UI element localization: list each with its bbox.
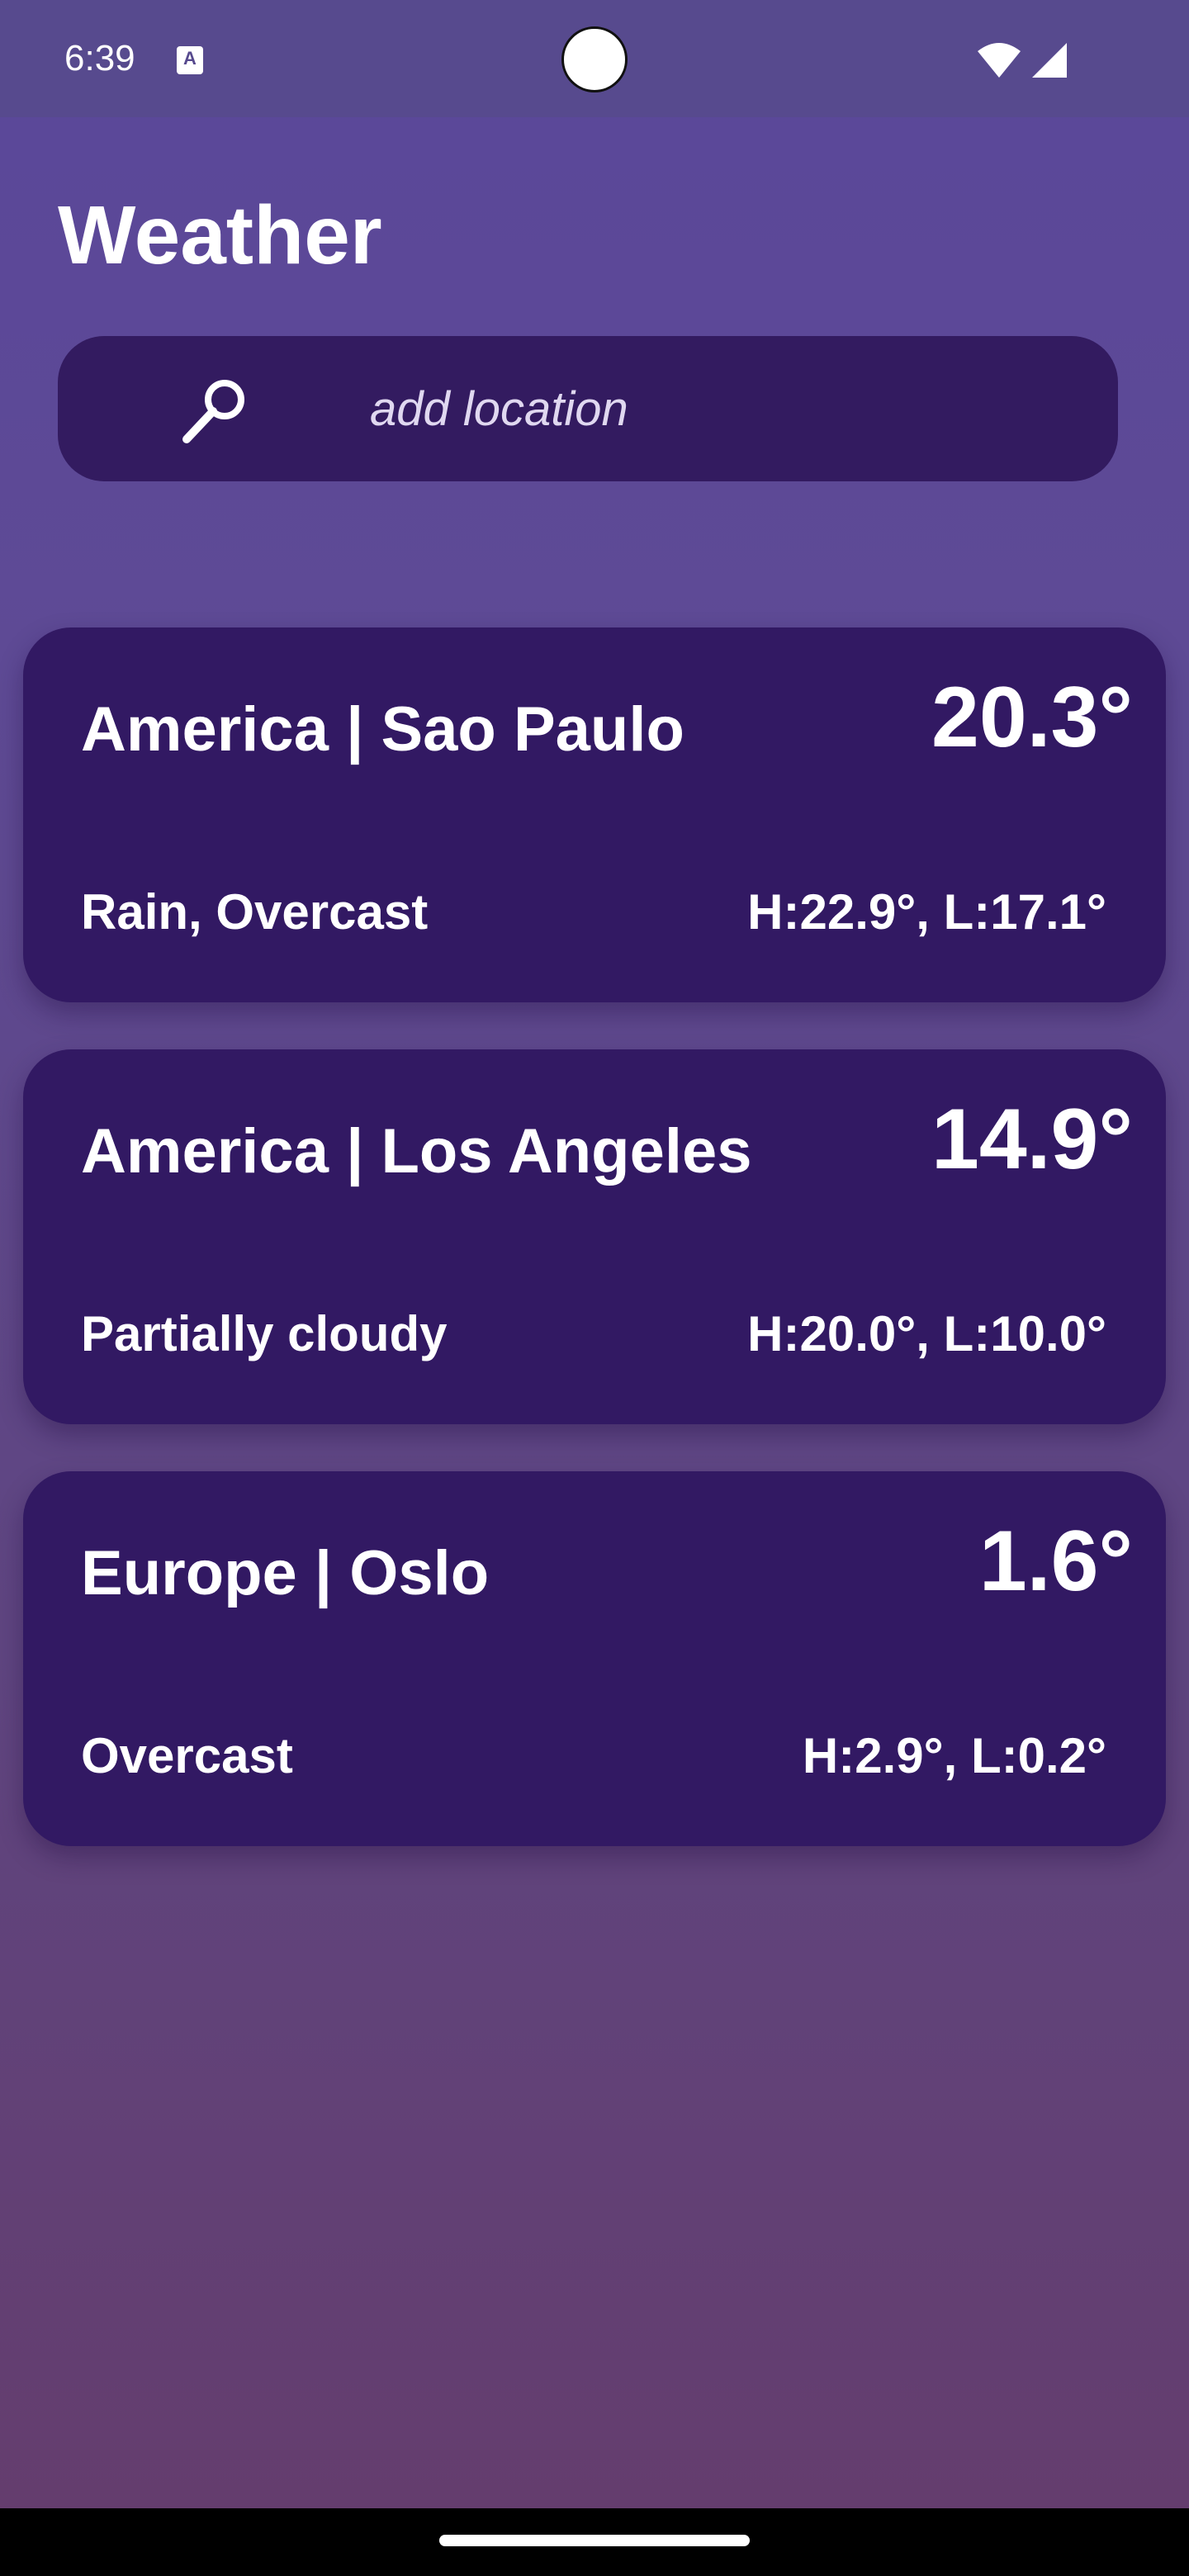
location-temperature: 14.9° <box>931 1091 1133 1187</box>
location-condition: Rain, Overcast <box>81 884 429 940</box>
location-card-los-angeles[interactable]: America | Los Angeles 14.9° Partially cl… <box>23 1049 1166 1424</box>
a-notification-letter: A <box>183 48 197 69</box>
location-card-sao-paulo[interactable]: America | Sao Paulo 20.3° Rain, Overcast… <box>23 627 1166 1002</box>
weather-screen: 6:39 A Weather add location America | Sa… <box>0 0 1189 2576</box>
location-condition: Partially cloudy <box>81 1306 448 1361</box>
location-name: America | Los Angeles <box>81 1116 752 1186</box>
search-placeholder: add location <box>370 382 628 436</box>
location-high-low: H:22.9°, L:17.1° <box>747 884 1106 940</box>
location-name: America | Sao Paulo <box>81 694 685 765</box>
home-gesture-handle[interactable] <box>439 2535 750 2546</box>
status-bar: 6:39 A <box>0 0 1189 117</box>
location-high-low: H:2.9°, L:0.2° <box>802 1728 1106 1783</box>
location-temperature: 20.3° <box>931 670 1133 765</box>
location-name: Europe | Oslo <box>81 1538 490 1608</box>
a-notification-icon: A <box>177 46 203 74</box>
location-temperature: 1.6° <box>978 1513 1133 1609</box>
camera-cutout <box>561 26 628 92</box>
search-icon[interactable] <box>178 373 251 446</box>
page-title: Weather <box>58 189 382 282</box>
wifi-icon <box>978 43 1021 78</box>
location-high-low: H:20.0°, L:10.0° <box>747 1306 1106 1361</box>
location-card-oslo[interactable]: Europe | Oslo 1.6° Overcast H:2.9°, L:0.… <box>23 1471 1166 1846</box>
cell-signal-icon <box>1032 43 1067 78</box>
location-condition: Overcast <box>81 1728 293 1783</box>
status-time: 6:39 <box>64 38 135 78</box>
